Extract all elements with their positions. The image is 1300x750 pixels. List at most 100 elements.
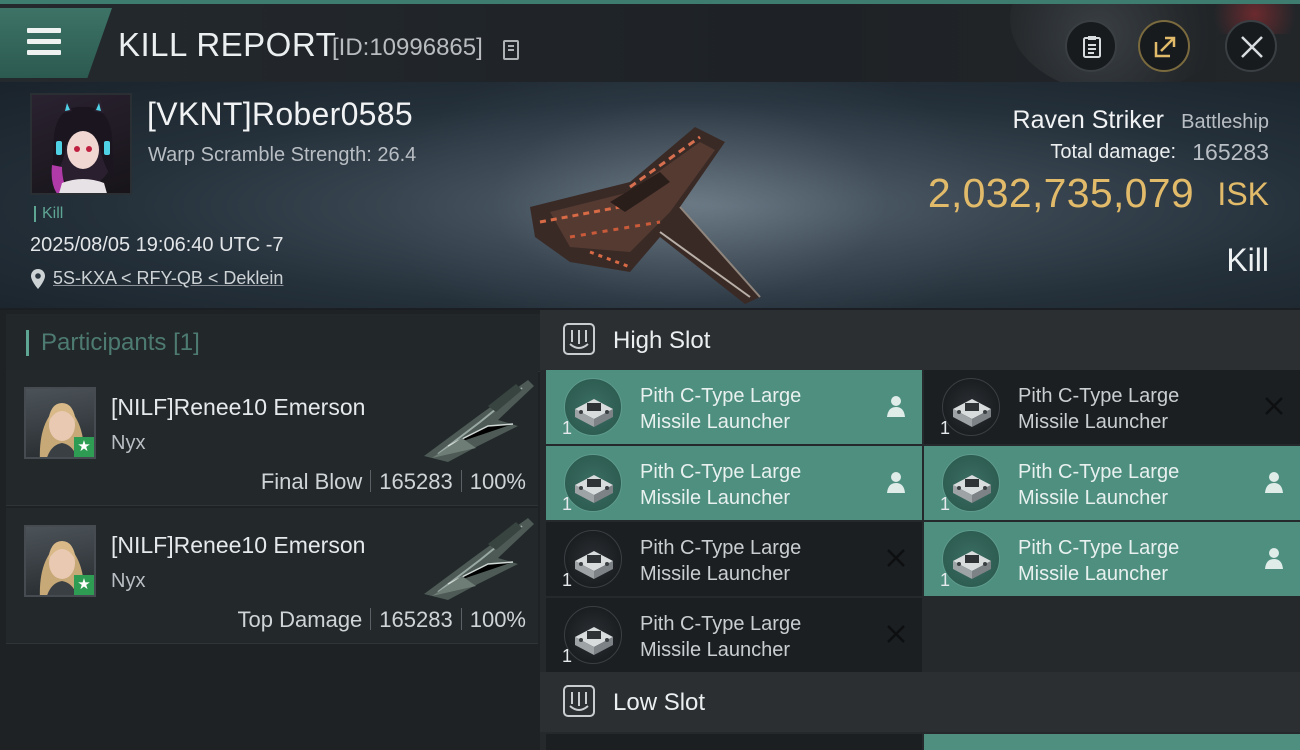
close-button[interactable] [1225,20,1277,72]
module-name: Pith C-Type Large Missile Launcher [1018,535,1248,587]
menu-button[interactable] [0,8,112,78]
person-icon [887,396,905,417]
module-name-line1: Pith C-Type Large [1018,385,1180,407]
module-icon [564,530,622,588]
module-name-line1: Pith C-Type Large [1018,461,1180,483]
participant-damage: 165283 [379,469,453,494]
star-badge-icon: ★ [74,437,94,457]
module-name-line2: Missile Launcher [640,487,791,509]
participants-count: [1] [173,329,200,356]
module-icon [564,606,622,664]
star-badge-icon: ★ [74,575,94,595]
report-id: [ID:10996865] [332,34,483,61]
module-quantity: 1 [562,646,573,666]
participant-avatar[interactable]: ★ [24,387,96,459]
isk-unit: ISK [1217,176,1269,212]
slot-icon [563,685,595,717]
module-quantity: 1 [562,418,573,438]
module-name-line2: Missile Launcher [1018,487,1169,509]
high-slot-module[interactable]: 1 Pith C-Type Large Missile Launcher [546,446,922,520]
participant-ship: Nyx [111,432,146,454]
participant-avatar[interactable]: ★ [24,525,96,597]
high-slot-module[interactable]: 1 Pith C-Type Large Missile Launcher [546,522,922,596]
module-name-line1: Pith C-Type Large [640,537,802,559]
module-name: Pith C-Type Large Missile Launcher [640,611,870,663]
participant-percent: 100% [469,607,526,632]
low-slot-header: Low Slot [540,672,1300,732]
location-link[interactable]: 5S-KXA < RFY-QB < Deklein [53,268,283,289]
victim-panel: [VKNT]Rober0585 Warp Scramble Strength: … [0,82,1300,308]
module-quantity: 1 [562,570,573,590]
warp-scramble-strength: Warp Scramble Strength: 26.4 [148,144,417,166]
participant-row[interactable]: ★ [NILF]Renee10 Emerson Nyx Final Blow 16… [6,370,538,506]
participant-name[interactable]: [NILF]Renee10 Emerson [111,394,365,421]
module-name-line1: Pith C-Type Large [640,385,802,407]
participant-role: Top Damage [237,607,363,632]
x-icon [887,549,905,567]
participant-damage: 165283 [379,607,453,632]
high-slot-header: High Slot [540,310,1300,370]
victim-ship-name[interactable]: Raven Striker [1013,106,1164,135]
module-name-line1: Pith C-Type Large [640,613,802,635]
kill-tag: Kill [34,206,63,222]
share-button[interactable] [1138,20,1190,72]
total-damage-value: 165283 [1192,139,1269,165]
high-slot-module[interactable]: 1 Pith C-Type Large Missile Launcher [924,370,1300,444]
high-slot-module[interactable]: 1 Pith C-Type Large Missile Launcher [546,370,922,444]
module-name-line2: Missile Launcher [640,411,791,433]
module-name-line2: Missile Launcher [1018,411,1169,433]
victim-ship-class: Battleship [1181,111,1269,133]
module-quantity: 1 [562,494,573,514]
low-slot-module[interactable] [924,734,1300,750]
isk-value: 2,032,735,079 [927,170,1194,216]
close-icon [1241,36,1263,58]
victim-avatar[interactable] [30,93,132,195]
victim-name[interactable]: [VKNT]Rober0585 [147,96,413,133]
module-name: Pith C-Type Large Missile Launcher [640,383,870,435]
participant-row[interactable]: ★ [NILF]Renee10 Emerson Nyx Top Damage 16… [6,508,538,644]
high-slot-module[interactable]: 1 Pith C-Type Large Missile Launcher [924,446,1300,520]
module-name: Pith C-Type Large Missile Launcher [640,535,870,587]
participants-header: Participants [1] [6,314,540,372]
module-name: Pith C-Type Large Missile Launcher [640,459,870,511]
low-slot-module[interactable] [546,734,922,750]
person-icon [1265,548,1283,569]
module-icon [942,530,1000,588]
module-name: Pith C-Type Large Missile Launcher [1018,459,1248,511]
high-slot-module[interactable]: 1 Pith C-Type Large Missile Launcher [924,522,1300,596]
participants-panel: Participants [1] ★ [NILF]Renee10 Emerson… [0,310,540,750]
module-icon [564,378,622,436]
participant-stats: Final Blow 165283 100% [261,469,526,495]
module-name-line1: Pith C-Type Large [640,461,802,483]
high-slot-title: High Slot [613,327,711,354]
module-quantity: 1 [940,570,951,590]
module-icon [942,378,1000,436]
participant-name[interactable]: [NILF]Renee10 Emerson [111,532,365,559]
top-bar: KILL REPORT [ID:10996865] [0,0,1300,86]
module-name-line1: Pith C-Type Large [1018,537,1180,559]
kill-datetime: 2025/08/05 19:06:40 UTC -7 [30,234,284,256]
module-quantity: 1 [940,418,951,438]
copy-icon[interactable] [503,40,519,60]
participant-ship-image [424,380,534,462]
participant-stats: Top Damage 165283 100% [238,607,526,633]
menu-icon [27,28,61,56]
high-slot-module[interactable]: 1 Pith C-Type Large Missile Launcher [546,598,922,672]
module-icon [564,454,622,512]
clipboard-icon [1083,36,1101,58]
location-pin-icon [31,269,45,289]
x-icon [1265,397,1283,415]
total-damage-label: Total damage: [1050,141,1176,163]
module-quantity: 1 [940,494,951,514]
person-icon [887,472,905,493]
participant-ship: Nyx [111,570,146,592]
module-name-line2: Missile Launcher [1018,563,1169,585]
share-icon [1154,36,1176,58]
page-title: KILL REPORT [118,26,337,63]
participants-label: Participants [41,329,167,356]
clipboard-button[interactable] [1065,20,1117,72]
person-icon [1265,472,1283,493]
victim-ship-image [530,127,761,304]
participant-percent: 100% [469,469,526,494]
kill-outcome: Kill [1226,242,1269,278]
